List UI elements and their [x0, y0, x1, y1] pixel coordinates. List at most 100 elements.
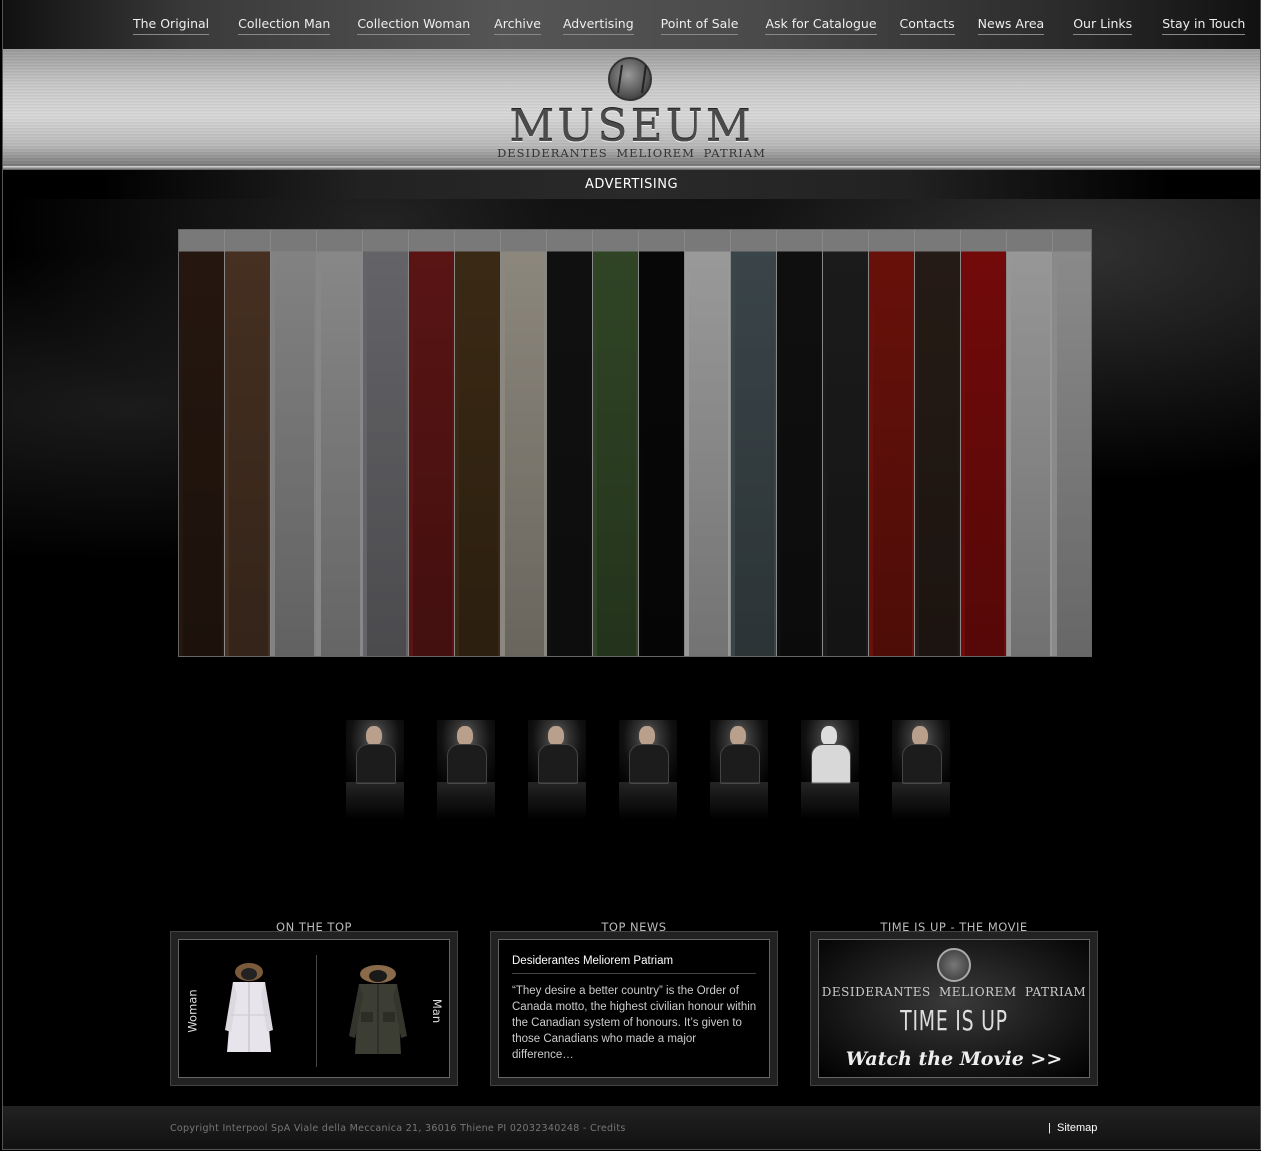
- top-nav: The Original Collection Man Collection Wom…: [3, 0, 1260, 49]
- woman-label[interactable]: Woman: [186, 989, 200, 1032]
- nav-item-our-links[interactable]: Our Links: [1073, 16, 1133, 35]
- gallery-strip-image: [781, 252, 820, 656]
- movie-box: DESIDERANTES MELIOREM PATRIAM TIME IS UP…: [810, 931, 1098, 1086]
- logo-motto: DESIDERANTES MELIOREM PATRIAM: [497, 146, 766, 160]
- sitemap-link[interactable]: | Sitemap: [1048, 1122, 1097, 1134]
- nav-item-collection-woman[interactable]: Collection Woman: [357, 16, 471, 35]
- gallery-strip[interactable]: [639, 230, 685, 656]
- gallery-strip[interactable]: [823, 230, 869, 656]
- gallery-strip-image: [505, 252, 544, 656]
- movie-banner[interactable]: DESIDERANTES MELIOREM PATRIAM TIME IS UP…: [818, 939, 1090, 1078]
- thumbnail-photo: [528, 720, 586, 784]
- gallery-thumbnail[interactable]: [437, 720, 495, 820]
- nav-item-the-original[interactable]: The Original: [133, 16, 210, 35]
- top-news-panel: Desiderantes Meliorem Patriam “They desi…: [498, 939, 770, 1078]
- thumbnail-reflection: [619, 782, 677, 820]
- thumbnail-figure-body: [720, 744, 760, 784]
- thumbnail-figure-head: [548, 726, 564, 746]
- nav-item-contacts[interactable]: Contacts: [899, 16, 955, 35]
- page-frame: The Original Collection Man Collection Wom…: [2, 0, 1261, 1150]
- gallery-strip-image: [965, 252, 1004, 656]
- gallery-strip[interactable]: [409, 230, 455, 656]
- nav-item-advertising[interactable]: Advertising: [562, 16, 634, 35]
- man-coat-image[interactable]: [345, 962, 411, 1062]
- gallery-strip[interactable]: [501, 230, 547, 656]
- gallery-strip-image: [827, 252, 866, 656]
- gallery-strip[interactable]: [363, 230, 409, 656]
- gallery-strip[interactable]: [777, 230, 823, 656]
- gallery-strip-image: [873, 252, 912, 656]
- thumbnail-figure-body: [811, 744, 851, 784]
- movie-banner-title: TIME IS UP: [900, 1004, 1008, 1037]
- watch-movie-link[interactable]: Watch the Movie >>: [819, 1048, 1089, 1070]
- thumbnail-photo: [892, 720, 950, 784]
- footer: Copyright Interpool SpA Viale della Mecc…: [3, 1106, 1260, 1149]
- museum-emblem-icon[interactable]: [608, 57, 652, 101]
- gallery-strip[interactable]: [685, 230, 731, 656]
- thumbnail-reflection: [528, 782, 586, 820]
- gallery-strip[interactable]: [593, 230, 639, 656]
- gallery-strip-image: [597, 252, 636, 656]
- thumbnail-reflection: [801, 782, 859, 820]
- gallery-strip[interactable]: [271, 230, 317, 656]
- gallery-strip-image: [367, 252, 406, 656]
- man-label[interactable]: Man: [430, 999, 444, 1023]
- gallery-strip[interactable]: [915, 230, 961, 656]
- nav-item-point-of-sale[interactable]: Point of Sale: [660, 16, 739, 35]
- gallery-strip[interactable]: [731, 230, 777, 656]
- news-body: “They desire a better country” is the Or…: [512, 985, 757, 1061]
- on-top-box: Woman Man: [170, 931, 458, 1086]
- thumbnail-figure-head: [730, 726, 746, 746]
- nav-item-archive[interactable]: Archive: [494, 16, 541, 35]
- gallery-strip-image: [1057, 252, 1091, 656]
- nav-item-ask-for-catalogue[interactable]: Ask for Catalogue: [765, 16, 877, 35]
- gallery-strip[interactable]: [225, 230, 271, 656]
- gallery-strip[interactable]: [961, 230, 1007, 656]
- thumbnail-reflection: [710, 782, 768, 820]
- gallery-strip[interactable]: [179, 230, 225, 656]
- thumbnail-photo: [346, 720, 404, 784]
- movie-motto: DESIDERANTES MELIOREM PATRIAM: [821, 985, 1087, 999]
- gallery-thumbnail[interactable]: [528, 720, 586, 820]
- nav-item-stay-in-touch[interactable]: Stay in Touch: [1162, 16, 1246, 35]
- gallery-strip-image: [643, 252, 682, 656]
- on-top-divider: [316, 955, 317, 1067]
- gallery-thumbnail[interactable]: [892, 720, 950, 820]
- nav-item-news-area[interactable]: News Area: [977, 16, 1045, 35]
- thumbnail-figure-body: [447, 744, 487, 784]
- thumbnail-figure-head: [457, 726, 473, 746]
- woman-coat-image[interactable]: [219, 960, 279, 1060]
- gallery-strip-image: [1011, 252, 1050, 656]
- gallery-thumbnail[interactable]: [346, 720, 404, 820]
- thumbnail-photo: [437, 720, 495, 784]
- gallery-strip[interactable]: [317, 230, 363, 656]
- gallery-strip[interactable]: [455, 230, 501, 656]
- logo-text[interactable]: MUSEUM: [3, 101, 1260, 152]
- nav-list: The Original Collection Man Collection Wom…: [133, 16, 1246, 35]
- news-headline[interactable]: Desiderantes Meliorem Patriam: [512, 955, 673, 967]
- gallery-thumbnail[interactable]: [619, 720, 677, 820]
- header-banner: MUSEUM DESIDERANTES MELIOREM PATRIAM: [3, 49, 1260, 170]
- gallery-strip-image: [919, 252, 958, 656]
- gallery-strip[interactable]: [1007, 230, 1053, 656]
- gallery-thumbnail[interactable]: [710, 720, 768, 820]
- gallery-thumbnail[interactable]: [801, 720, 859, 820]
- gallery-strip-image: [275, 252, 314, 656]
- thumbnail-reflection: [346, 782, 404, 820]
- gallery-strip[interactable]: [869, 230, 915, 656]
- copyright-text: Copyright Interpool SpA Viale della Mecc…: [170, 1123, 626, 1134]
- gallery-strip-image: [689, 252, 728, 656]
- news-divider: [512, 973, 756, 974]
- gallery-strip-image: [551, 252, 590, 656]
- gallery-strip[interactable]: [1053, 230, 1091, 656]
- thumbnail-figure-body: [356, 744, 396, 784]
- thumbnail-photo: [801, 720, 859, 784]
- page-title: ADVERTISING: [584, 177, 679, 192]
- thumbnail-photo: [710, 720, 768, 784]
- thumbnail-reflection: [437, 782, 495, 820]
- thumbnail-figure-head: [912, 726, 928, 746]
- gallery-strip[interactable]: [547, 230, 593, 656]
- nav-item-collection-man[interactable]: Collection Man: [238, 16, 331, 35]
- sitemap-label[interactable]: Sitemap: [1057, 1122, 1097, 1134]
- gallery-strip-image: [229, 252, 268, 656]
